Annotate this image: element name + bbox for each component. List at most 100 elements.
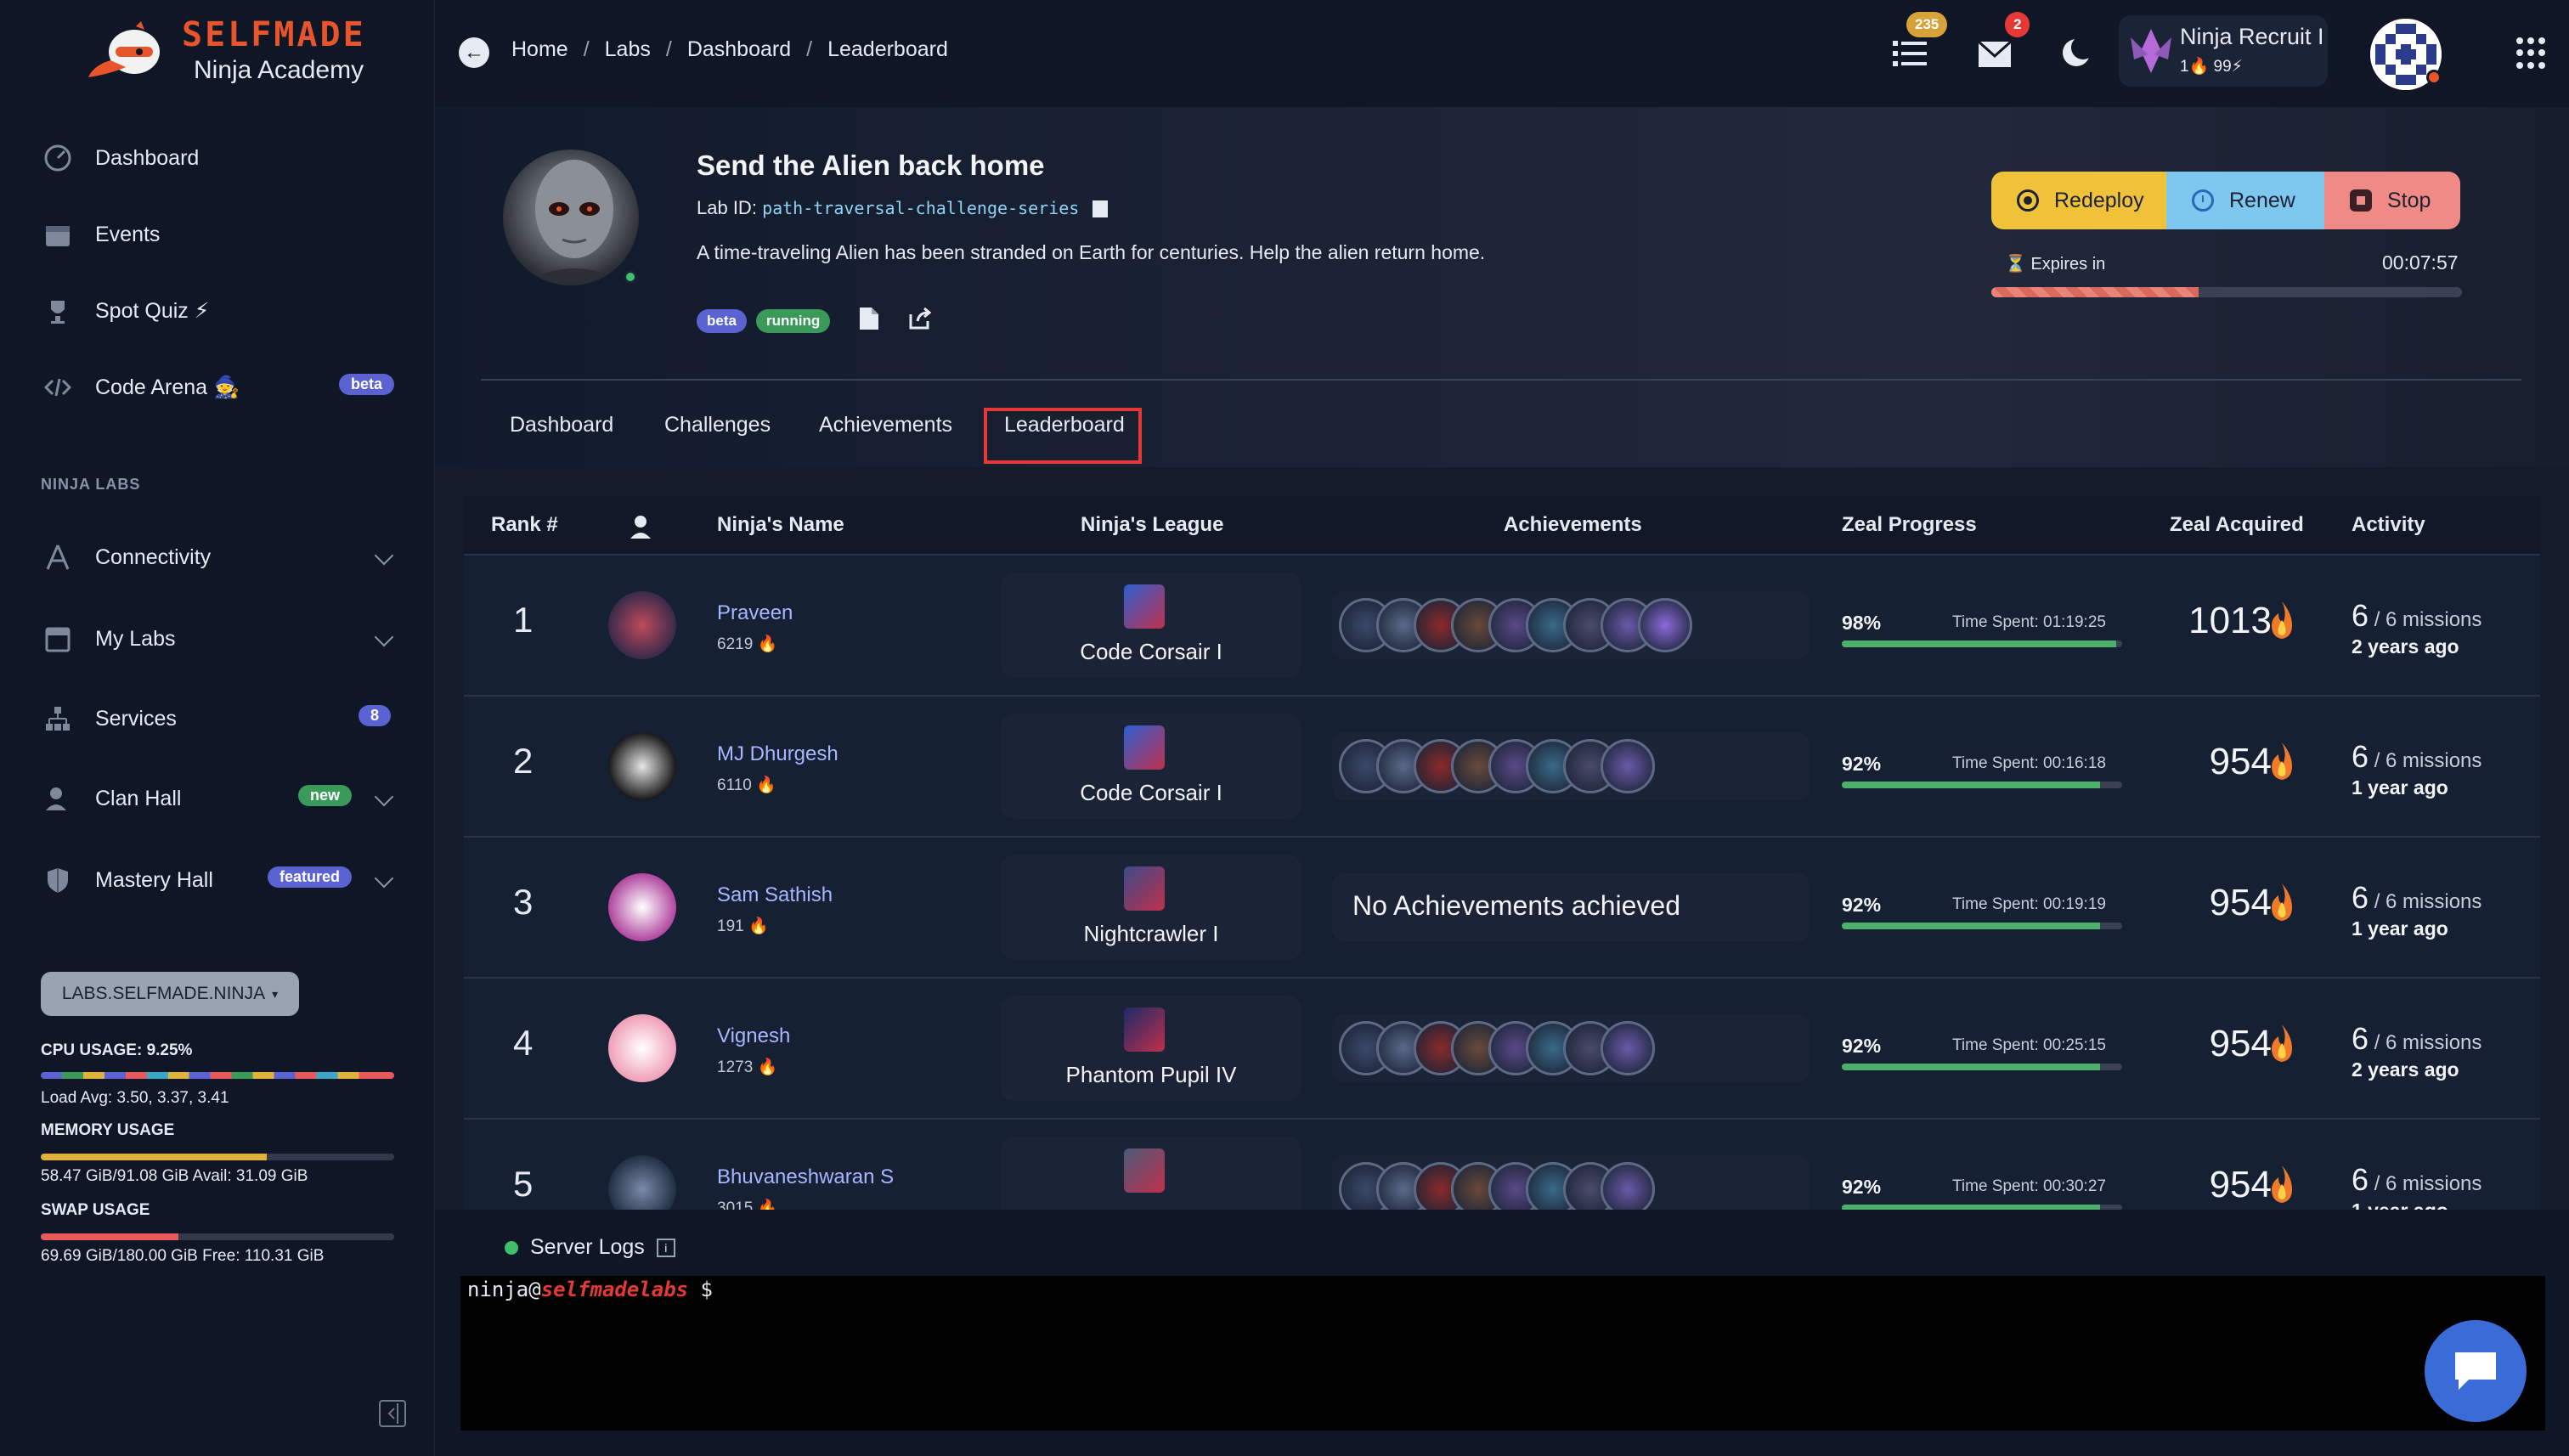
ninja-name-link[interactable]: Vignesh <box>717 1024 790 1048</box>
sidebar-item-mastery-hall[interactable]: Mastery Hall featured <box>0 846 435 914</box>
lab-id-value: path-traversal-challenge-series <box>762 198 1080 218</box>
sidebar-item-my-labs[interactable]: My Labs <box>0 605 435 673</box>
profile-card[interactable]: Ninja Recruit I 1🔥 99⚡ <box>2119 15 2328 87</box>
achievement-badge-icon[interactable] <box>1601 739 1655 793</box>
league-card: Code Corsair I <box>1001 714 1301 819</box>
ninja-name-link[interactable]: Bhuvaneshwaran S <box>717 1165 894 1189</box>
achievements-strip <box>1332 732 1810 800</box>
fire-icon <box>2263 882 2301 923</box>
avatar[interactable] <box>608 873 676 941</box>
sidebar-item-services[interactable]: Services 8 <box>0 685 435 753</box>
breadcrumb-dashboard[interactable]: Dashboard <box>687 37 791 62</box>
redeploy-button[interactable]: Redeploy <box>1991 172 2166 229</box>
achievements-strip <box>1332 591 1810 659</box>
breadcrumb-home[interactable]: Home <box>511 37 568 62</box>
rank-number: 5 <box>513 1164 534 1204</box>
fire-icon <box>2263 1023 2301 1064</box>
chat-icon[interactable] <box>2425 1320 2527 1422</box>
missions-total: / 6 missions <box>2369 1172 2482 1195</box>
sidebar: SELFMADE Ninja Academy Dashboard Events <box>0 0 435 1456</box>
zeal-progress-percent: 92% <box>1842 1176 1882 1198</box>
missions-total: / 6 missions <box>2369 608 2482 631</box>
terminal-prompt: ninja@selfmadelabs $ <box>467 1278 713 1301</box>
missions-done: 6 <box>2352 1162 2369 1197</box>
rank-number: 3 <box>513 882 534 922</box>
avatar[interactable] <box>608 591 676 659</box>
server-logs-header: Server Logs i <box>505 1235 675 1260</box>
chevron-down-icon <box>374 787 394 807</box>
ninja-name-link[interactable]: MJ Dhurgesh <box>717 742 838 766</box>
last-active: 2 years ago <box>2352 635 2459 657</box>
sidebar-item-label: Code Arena 🧙 <box>95 375 240 399</box>
league-emblem-icon <box>1124 1148 1165 1193</box>
avatar[interactable] <box>608 1155 676 1210</box>
services-count-badge: 8 <box>358 705 391 726</box>
renew-button[interactable]: Renew <box>2166 172 2324 229</box>
tab-challenges[interactable]: Challenges <box>664 413 771 437</box>
back-arrow-icon[interactable]: ← <box>459 37 489 68</box>
sidebar-item-label: Spot Quiz ⚡ <box>95 299 210 323</box>
league-card: Nightcrawler I <box>1001 855 1301 960</box>
header-league: Ninja's League <box>1081 513 1224 536</box>
avatar[interactable] <box>608 732 676 800</box>
zeal-progress-bar <box>1842 641 2122 647</box>
league-emblem-icon <box>1124 725 1165 770</box>
share-icon[interactable] <box>907 306 933 333</box>
league-emblem-icon <box>1124 1007 1165 1052</box>
achievement-badge-icon[interactable] <box>1601 1021 1655 1075</box>
league-card: Code Corsair I <box>1001 573 1301 678</box>
moon-icon[interactable] <box>2056 32 2097 73</box>
labs-domain-dropdown[interactable]: LABS.SELFMADE.NINJA ▾ <box>41 972 299 1016</box>
featured-badge: featured <box>267 866 352 888</box>
labs-domain-label: LABS.SELFMADE.NINJA <box>61 984 266 1003</box>
info-icon[interactable]: i <box>656 1238 675 1257</box>
no-achievements-text: No Achievements achieved <box>1352 890 1680 921</box>
status-dot <box>2426 70 2442 85</box>
profile-name: Ninja Recruit I <box>2180 24 2324 49</box>
ninja-name-link[interactable]: Praveen <box>717 601 793 625</box>
ninja-name-link[interactable]: Sam Sathish <box>717 883 833 907</box>
cpu-usage-bar <box>41 1072 394 1079</box>
tab-dashboard[interactable]: Dashboard <box>510 413 613 437</box>
expires-label: ⏳ Expires in <box>2005 255 2106 274</box>
sidebar-item-spot-quiz[interactable]: Spot Quiz ⚡ <box>0 277 435 345</box>
collapse-sidebar-icon[interactable] <box>379 1400 406 1427</box>
avatar[interactable] <box>608 1014 676 1082</box>
document-icon[interactable] <box>858 306 884 333</box>
sidebar-item-clan-hall[interactable]: Clan Hall new <box>0 765 435 832</box>
mail-icon[interactable] <box>1974 34 2015 75</box>
trophy-icon <box>39 292 76 330</box>
sidebar-item-label: Clan Hall <box>95 786 182 810</box>
expires-progress-bar <box>1991 287 2462 297</box>
missions-count: 6 / 6 missions <box>2352 1021 2481 1057</box>
lab-icon <box>39 620 76 657</box>
time-spent: Time Spent: 00:30:27 <box>1952 1177 2106 1195</box>
apps-grid-icon[interactable] <box>2516 37 2549 70</box>
swap-usage-label: SWAP USAGE <box>41 1201 150 1219</box>
sidebar-item-connectivity[interactable]: Connectivity <box>0 523 435 591</box>
achievement-badge-icon[interactable] <box>1601 1162 1655 1210</box>
copy-icon[interactable] <box>1093 200 1109 218</box>
lab-description: A time-traveling Alien has been stranded… <box>697 241 1486 263</box>
brand-subtitle: Ninja Academy <box>194 56 364 84</box>
sidebar-item-events[interactable]: Events <box>0 200 435 268</box>
leaderboard-table: Rank # Ninja's Name Ninja's League Achie… <box>464 496 2540 1210</box>
achievements-strip <box>1332 1155 1810 1210</box>
missions-done: 6 <box>2352 739 2369 774</box>
sidebar-item-code-arena[interactable]: Code Arena 🧙 beta <box>0 353 435 421</box>
lab-id-label: Lab ID: <box>697 197 757 218</box>
stop-button[interactable]: Stop <box>2324 172 2460 229</box>
tag-running: running <box>756 309 831 333</box>
breadcrumb-labs[interactable]: Labs <box>605 37 651 62</box>
list-icon[interactable] <box>1891 34 1932 75</box>
sidebar-item-label: Mastery Hall <box>95 867 213 892</box>
sidebar-item-dashboard[interactable]: Dashboard <box>0 124 435 192</box>
header-zeal-acquired: Zeal Acquired <box>2170 513 2304 536</box>
expires-countdown: 00:07:57 <box>2382 251 2459 274</box>
achievement-badge-icon[interactable] <box>1638 598 1692 652</box>
breadcrumb-separator: / <box>583 37 590 61</box>
missions-done: 6 <box>2352 880 2369 915</box>
tab-achievements[interactable]: Achievements <box>819 413 952 437</box>
brand-logo[interactable]: SELFMADE Ninja Academy <box>85 15 366 85</box>
terminal[interactable]: ninja@selfmadelabs $ <box>460 1276 2545 1431</box>
